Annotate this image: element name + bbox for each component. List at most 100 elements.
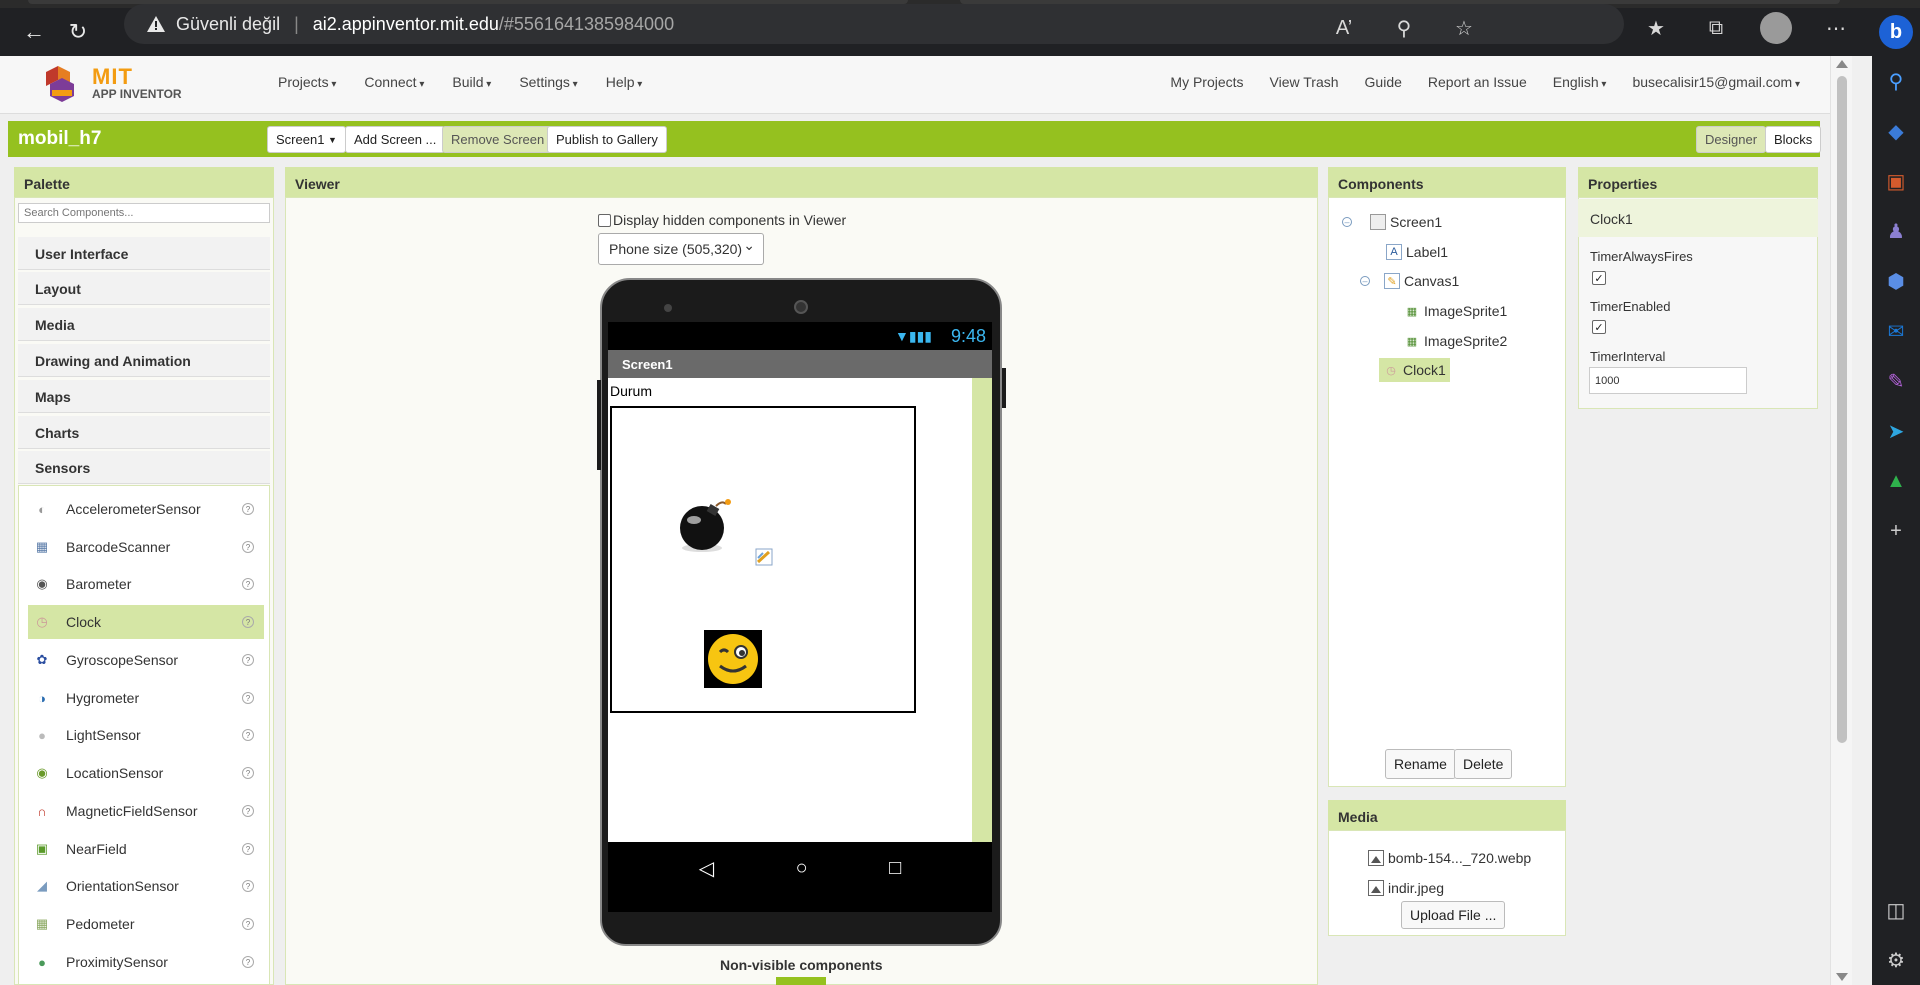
palette-item-barometer[interactable]: ◉ Barometer? <box>28 567 264 601</box>
palette-search-input[interactable] <box>18 203 270 223</box>
delete-button[interactable]: Delete <box>1454 749 1513 779</box>
category-media[interactable]: Media <box>18 308 270 341</box>
collapse-icon[interactable]: – <box>1342 217 1352 227</box>
add-favorite-icon[interactable]: ☆ <box>1448 12 1480 44</box>
help-icon[interactable]: ? <box>242 729 254 741</box>
account-menu[interactable]: busecalisir15@gmail.com <box>1632 74 1800 90</box>
palette-item-hygrometer[interactable]: ◑ Hygrometer? <box>28 681 264 715</box>
timer-always-fires-checkbox[interactable]: ✓ <box>1592 271 1606 285</box>
telegram-icon[interactable]: ➤ <box>1872 406 1920 456</box>
help-icon[interactable]: ? <box>242 616 254 628</box>
screen-title-bar[interactable]: Screen1 <box>608 350 992 378</box>
back-icon[interactable]: ← <box>14 12 54 52</box>
phone-size-select[interactable]: Phone size (505,320) <box>598 233 764 265</box>
tools-icon[interactable]: ▣ <box>1872 156 1920 206</box>
category-maps[interactable]: Maps <box>18 380 270 413</box>
collections-icon[interactable]: ⧉ <box>1700 12 1732 44</box>
profile-icon[interactable] <box>1760 12 1792 44</box>
bomb-sprite[interactable] <box>676 498 731 552</box>
palette-item-proximity[interactable]: ● ProximitySensor? <box>28 945 264 979</box>
bing-icon[interactable]: b <box>1872 8 1920 56</box>
screen-select[interactable]: Screen1 ▼ <box>267 126 346 153</box>
tree-node-canvas1[interactable]: – ✎ Canvas1 <box>1360 273 1459 289</box>
tree-icon[interactable]: ▲ <box>1872 456 1920 506</box>
language-menu[interactable]: English <box>1553 74 1607 90</box>
smiley-sprite[interactable] <box>704 630 762 688</box>
games-icon[interactable]: ♟ <box>1872 206 1920 256</box>
category-charts[interactable]: Charts <box>18 416 270 449</box>
checkbox[interactable] <box>598 213 611 227</box>
category-sensors[interactable]: Sensors <box>18 451 270 484</box>
tree-node-label1[interactable]: A Label1 <box>1386 244 1448 260</box>
copilot-icon[interactable]: ⬢ <box>1872 256 1920 306</box>
view-trash-link[interactable]: View Trash <box>1270 74 1339 90</box>
publish-gallery-button[interactable]: Publish to Gallery <box>547 126 667 153</box>
media-file-1[interactable]: bomb-154..._720.webp <box>1368 850 1531 866</box>
zoom-icon[interactable]: ⚲ <box>1388 12 1420 44</box>
add-icon[interactable]: + <box>1872 506 1920 556</box>
security-label[interactable]: Güvenli değil <box>176 14 280 35</box>
read-aloud-icon[interactable]: A’ <box>1328 12 1360 44</box>
guide-link[interactable]: Guide <box>1365 74 1402 90</box>
collapse-icon[interactable]: – <box>1360 276 1370 286</box>
palette-item-pedometer[interactable]: ▦ Pedometer? <box>28 907 264 941</box>
settings-icon[interactable]: ⚙ <box>1872 935 1920 985</box>
palette-item-barcode[interactable]: ▦ BarcodeScanner? <box>28 530 264 564</box>
rename-button[interactable]: Rename <box>1385 749 1456 779</box>
help-icon[interactable]: ? <box>242 918 254 930</box>
logo[interactable]: MIT APP INVENTOR <box>38 62 182 104</box>
palette-item-lightsensor[interactable]: ● LightSensor? <box>28 718 264 752</box>
tree-node-imagesprite2[interactable]: ▦ ImageSprite2 <box>1404 333 1507 349</box>
help-icon[interactable]: ? <box>242 692 254 704</box>
sidebar-toggle-icon[interactable]: ◫ <box>1872 885 1920 935</box>
help-icon[interactable]: ? <box>242 843 254 855</box>
remove-screen-button[interactable]: Remove Screen <box>442 126 554 153</box>
search-icon[interactable]: ⚲ <box>1872 56 1920 106</box>
upload-file-button[interactable]: Upload File ... <box>1401 901 1506 929</box>
favorites-icon[interactable]: ★ <box>1640 12 1672 44</box>
my-projects-link[interactable]: My Projects <box>1170 74 1243 90</box>
palette-item-nearfield[interactable]: ▣ NearField? <box>28 832 264 866</box>
help-icon[interactable]: ? <box>242 654 254 666</box>
tree-node-imagesprite1[interactable]: ▦ ImageSprite1 <box>1404 303 1507 319</box>
canvas1-preview[interactable] <box>610 406 916 713</box>
palette-item-magnetic[interactable]: ∩ MagneticFieldSensor? <box>28 794 264 828</box>
media-file-2[interactable]: indir.jpeg <box>1368 880 1444 896</box>
palette-item-gyroscope[interactable]: ✿ GyroscopeSensor? <box>28 643 264 677</box>
menu-connect[interactable]: Connect <box>364 74 424 90</box>
blocks-button[interactable]: Blocks <box>1765 126 1822 153</box>
page-scrollbar[interactable] <box>1830 56 1852 985</box>
menu-projects[interactable]: Projects <box>278 74 336 90</box>
category-layout[interactable]: Layout <box>18 272 270 305</box>
palette-item-clock[interactable]: ◷ Clock? <box>28 605 264 639</box>
nonvisible-clock-icon[interactable] <box>776 977 826 985</box>
timer-interval-input[interactable] <box>1589 367 1747 394</box>
palette-item-location[interactable]: ◉ LocationSensor? <box>28 756 264 790</box>
category-drawing-animation[interactable]: Drawing and Animation <box>18 344 270 377</box>
menu-settings[interactable]: Settings <box>519 74 577 90</box>
tree-node-screen1[interactable]: – Screen1 <box>1342 214 1442 230</box>
help-icon[interactable]: ? <box>242 578 254 590</box>
imagesprite2-icon[interactable] <box>755 548 773 566</box>
help-icon[interactable]: ? <box>242 767 254 779</box>
shopping-icon[interactable]: ◆ <box>1872 106 1920 156</box>
refresh-icon[interactable]: ↻ <box>58 12 98 52</box>
palette-item-orientation[interactable]: ◢ OrientationSensor? <box>28 869 264 903</box>
help-icon[interactable]: ? <box>242 541 254 553</box>
palette-item-accelerometer[interactable]: ◐ AccelerometerSensor? <box>28 492 264 526</box>
designer-icon[interactable]: ✎ <box>1872 356 1920 406</box>
timer-enabled-checkbox[interactable]: ✓ <box>1592 320 1606 334</box>
help-icon[interactable]: ? <box>242 805 254 817</box>
outlook-icon[interactable]: ✉ <box>1872 306 1920 356</box>
label1-preview[interactable]: Durum <box>610 383 652 399</box>
menu-build[interactable]: Build <box>452 74 491 90</box>
help-icon[interactable]: ? <box>242 880 254 892</box>
more-icon[interactable]: ⋯ <box>1820 12 1852 44</box>
display-hidden-checkbox[interactable]: Display hidden components in Viewer <box>598 212 846 228</box>
menu-help[interactable]: Help <box>606 74 643 90</box>
report-issue-link[interactable]: Report an Issue <box>1428 74 1527 90</box>
add-screen-button[interactable]: Add Screen ... <box>345 126 446 153</box>
tree-node-clock1[interactable]: ◷ Clock1 <box>1379 358 1450 382</box>
help-icon[interactable]: ? <box>242 956 254 968</box>
category-user-interface[interactable]: User Interface <box>18 237 270 270</box>
